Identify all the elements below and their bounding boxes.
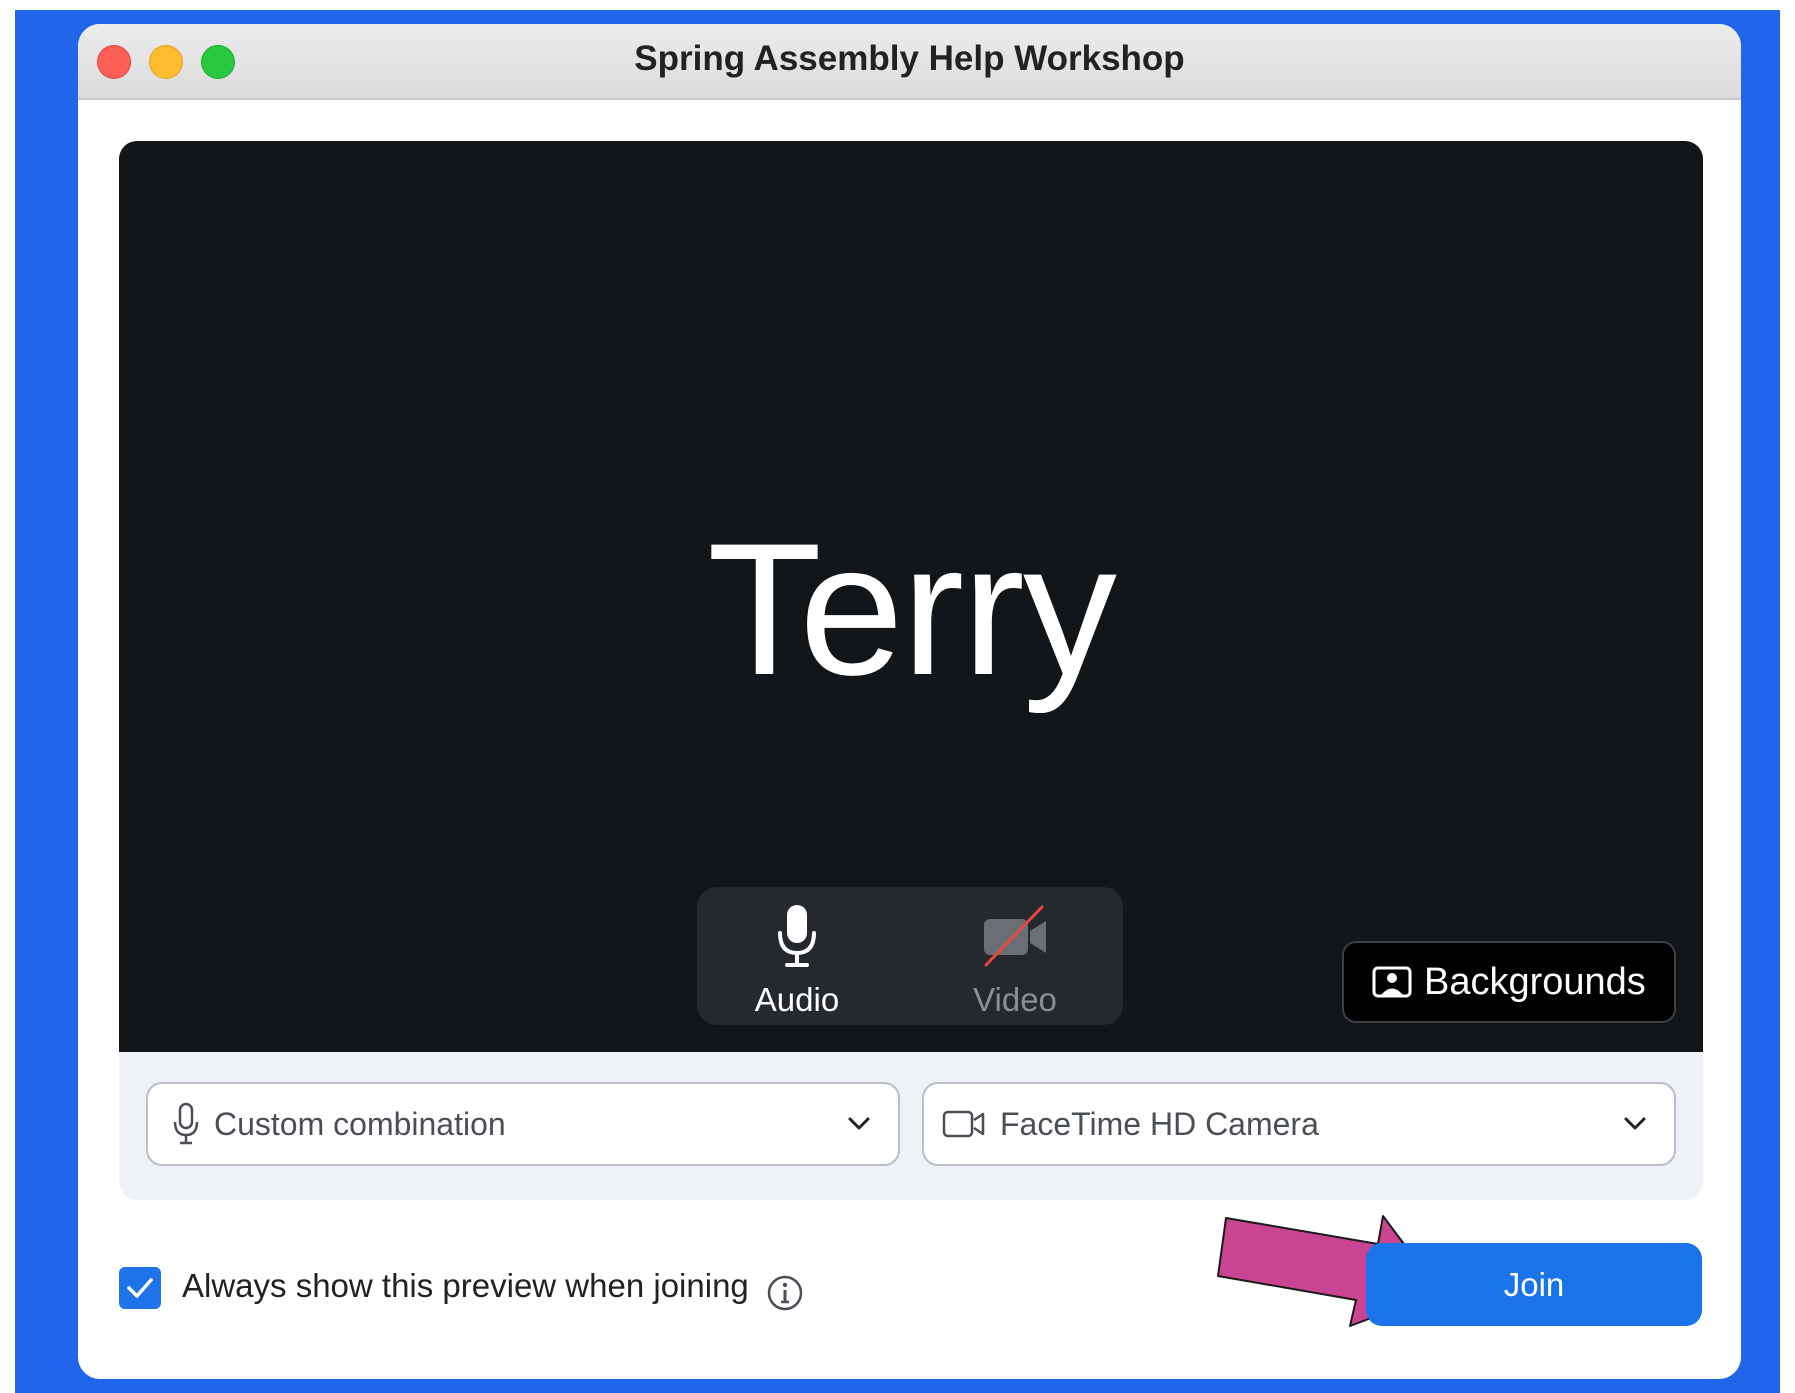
info-icon[interactable] xyxy=(766,1274,804,1312)
title-bar: Spring Assembly Help Workshop xyxy=(78,24,1741,100)
video-toggle-button[interactable]: Video xyxy=(925,903,1105,1019)
microphone-icon xyxy=(173,1102,199,1145)
video-preview: Terry Audio Video Backgrounds xyxy=(119,141,1703,1052)
backgrounds-button[interactable]: Backgrounds xyxy=(1342,941,1676,1023)
chevron-down-icon xyxy=(1624,1117,1646,1130)
backgrounds-label: Backgrounds xyxy=(1424,960,1646,1003)
microphone-select[interactable]: Custom combination xyxy=(146,1082,900,1166)
camera-icon xyxy=(942,1110,985,1138)
window-title: Spring Assembly Help Workshop xyxy=(634,39,1185,78)
person-portrait-icon xyxy=(1372,966,1412,998)
media-controls: Audio Video xyxy=(697,887,1123,1025)
camera-select[interactable]: FaceTime HD Camera xyxy=(922,1082,1676,1166)
always-show-preview-label: Always show this preview when joining xyxy=(182,1267,749,1304)
participant-name: Terry xyxy=(707,504,1117,714)
device-selector-bar: Custom combination FaceTime HD Camera xyxy=(119,1052,1703,1200)
join-button[interactable]: Join xyxy=(1366,1243,1702,1326)
microphone-icon xyxy=(778,905,816,967)
camera-value: FaceTime HD Camera xyxy=(1000,1105,1319,1142)
audio-label: Audio xyxy=(754,981,840,1018)
always-show-preview-checkbox[interactable] xyxy=(119,1267,161,1309)
video-off-icon xyxy=(984,905,1046,967)
microphone-value: Custom combination xyxy=(214,1105,506,1142)
audio-toggle-button[interactable]: Audio xyxy=(707,903,887,1019)
chevron-down-icon xyxy=(848,1117,870,1130)
checkmark-icon xyxy=(127,1278,153,1298)
preview-window: Spring Assembly Help Workshop Terry Audi… xyxy=(78,24,1741,1379)
video-label: Video xyxy=(973,981,1057,1018)
